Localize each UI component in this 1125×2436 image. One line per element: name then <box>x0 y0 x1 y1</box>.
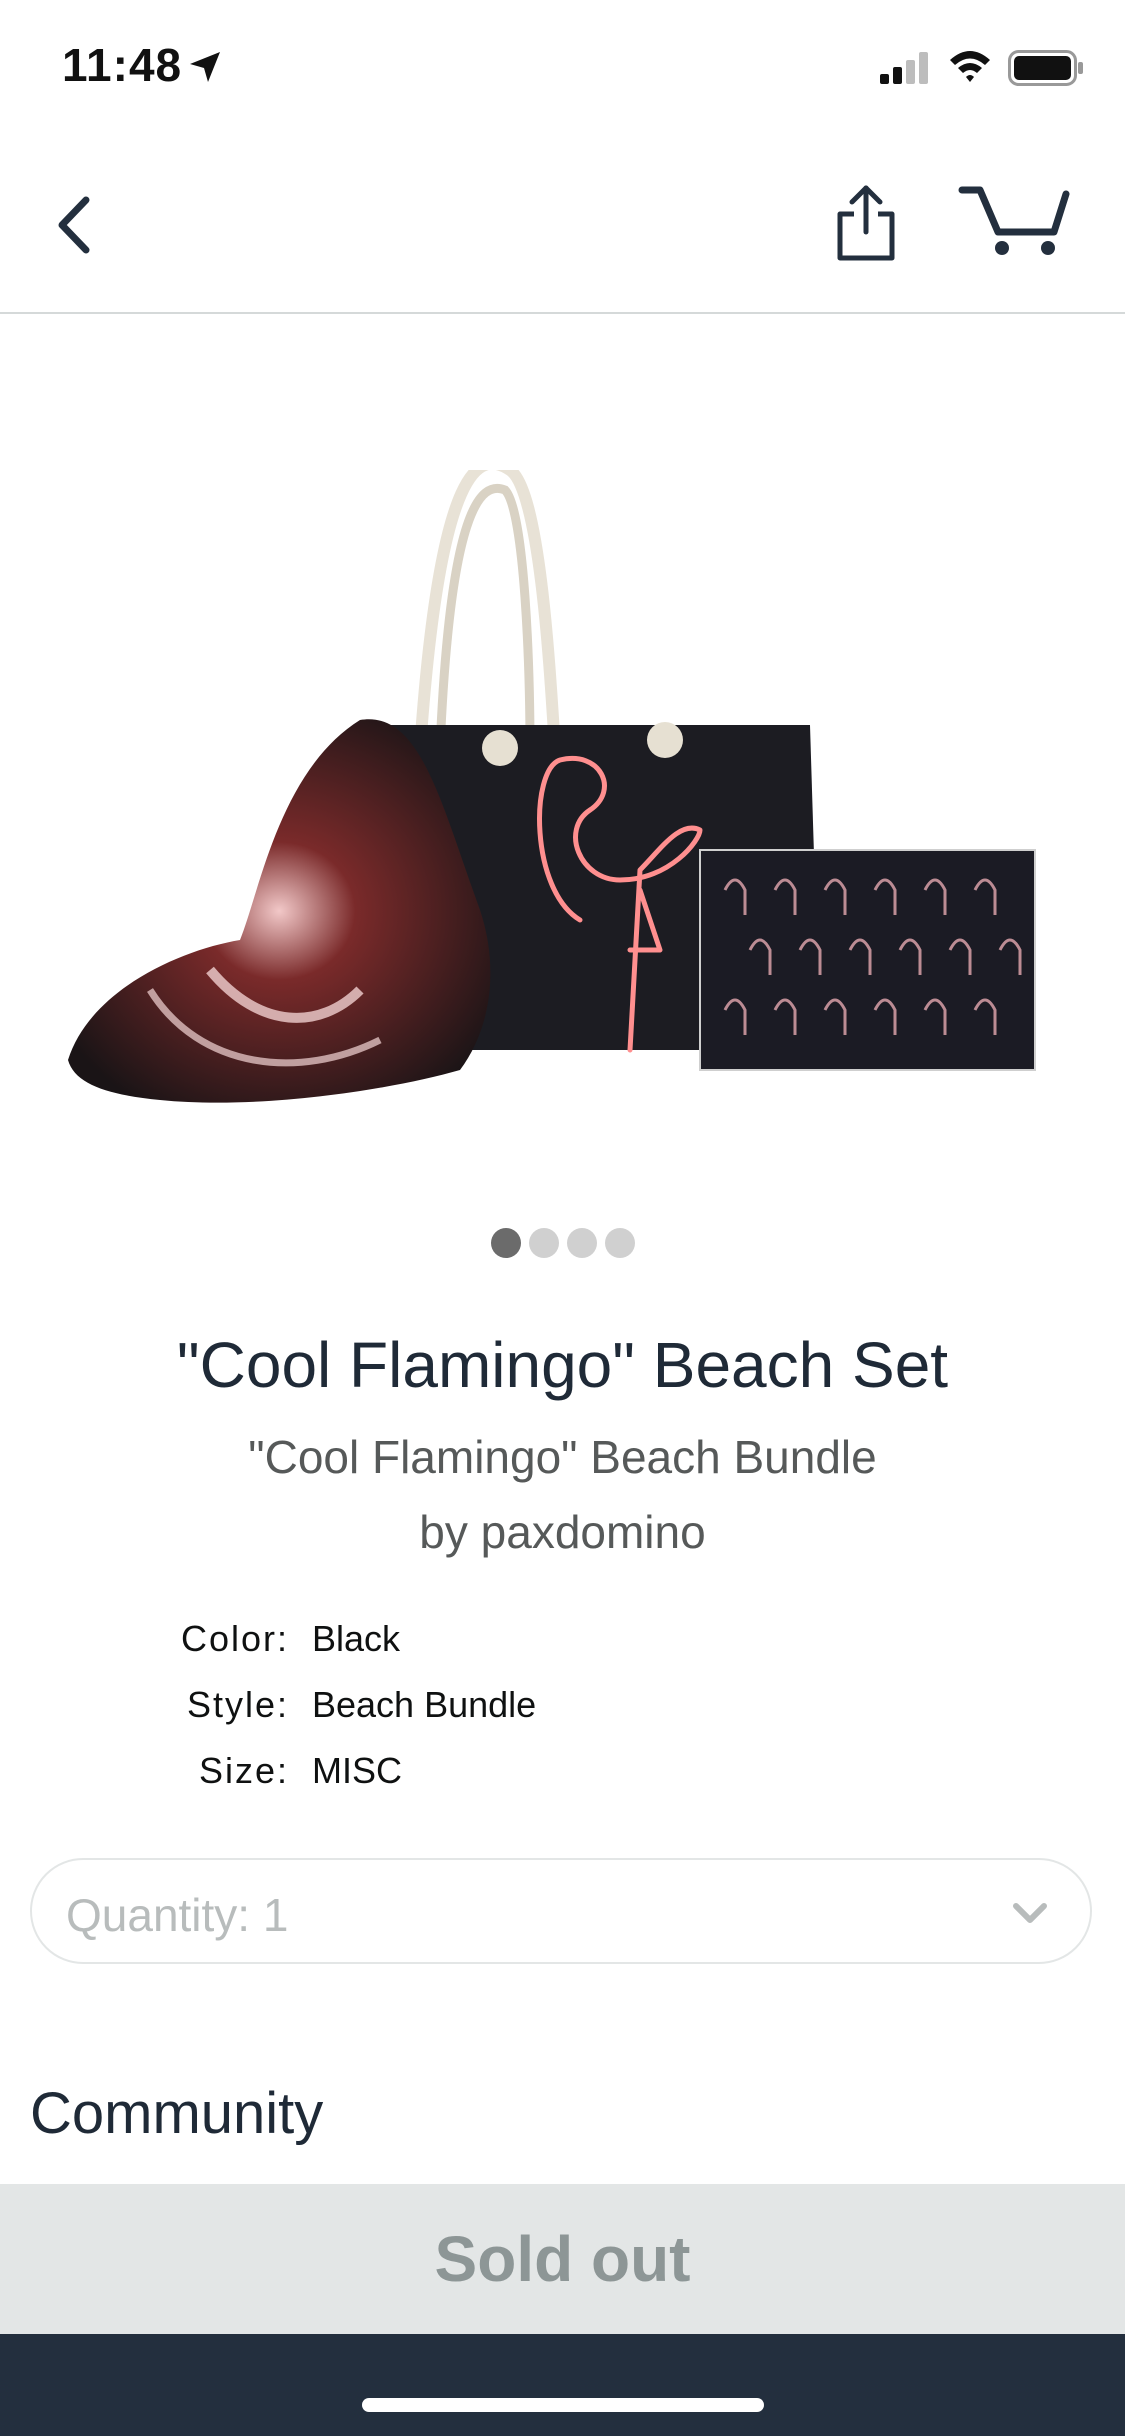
chevron-down-icon <box>1013 1903 1047 1923</box>
attribute-row-color: Color: Black <box>0 1618 1125 1684</box>
attribute-row-style: Style: Beach Bundle <box>0 1684 1125 1750</box>
community-heading: Community <box>30 2081 324 2146</box>
status-time: 11:48 <box>62 39 183 91</box>
attribute-value: MISC <box>312 1750 402 1791</box>
product-title: "Cool Flamingo" Beach Set <box>176 1329 949 1401</box>
attribute-row-size: Size: MISC <box>0 1750 1125 1816</box>
sold-out-button[interactable]: Sold out <box>0 2184 1125 2334</box>
cellular-signal-icon <box>880 52 928 84</box>
pagination-dot[interactable] <box>604 1228 635 1258</box>
home-indicator-bar <box>0 2334 1125 2436</box>
pagination-dot[interactable] <box>566 1228 597 1258</box>
sold-out-label: Sold out <box>434 2223 691 2295</box>
back-chevron-icon[interactable] <box>46 190 106 260</box>
attribute-key: Color: <box>180 1618 289 1659</box>
image-pagination-dots[interactable] <box>0 1228 1125 1260</box>
product-subtitle: "Cool Flamingo" Beach Bundle <box>248 1431 877 1483</box>
product-image[interactable] <box>60 470 1050 1200</box>
wifi-icon <box>950 51 990 82</box>
pagination-dot[interactable] <box>528 1228 559 1258</box>
pagination-dot-active[interactable] <box>490 1228 521 1258</box>
quantity-label: Quantity: 1 <box>66 1889 289 1941</box>
share-icon[interactable] <box>830 182 902 264</box>
battery-icon <box>1008 50 1083 86</box>
quantity-select[interactable]: Quantity: 1 <box>30 1858 1092 1964</box>
status-bar: 11:48 <box>0 0 1125 130</box>
product-byline[interactable]: by paxdomino <box>0 1505 1125 1559</box>
attribute-key: Style: <box>186 1684 289 1725</box>
attribute-value: Black <box>312 1618 401 1659</box>
home-indicator[interactable] <box>362 2398 764 2412</box>
attribute-key: Size: <box>198 1750 289 1791</box>
attribute-value: Beach Bundle <box>312 1684 537 1725</box>
location-arrow-icon <box>190 52 220 82</box>
navigation-bar <box>0 130 1125 314</box>
product-attributes: Color: Black Style: Beach Bundle Size: M… <box>0 1618 1125 1816</box>
cart-icon[interactable] <box>958 182 1070 262</box>
